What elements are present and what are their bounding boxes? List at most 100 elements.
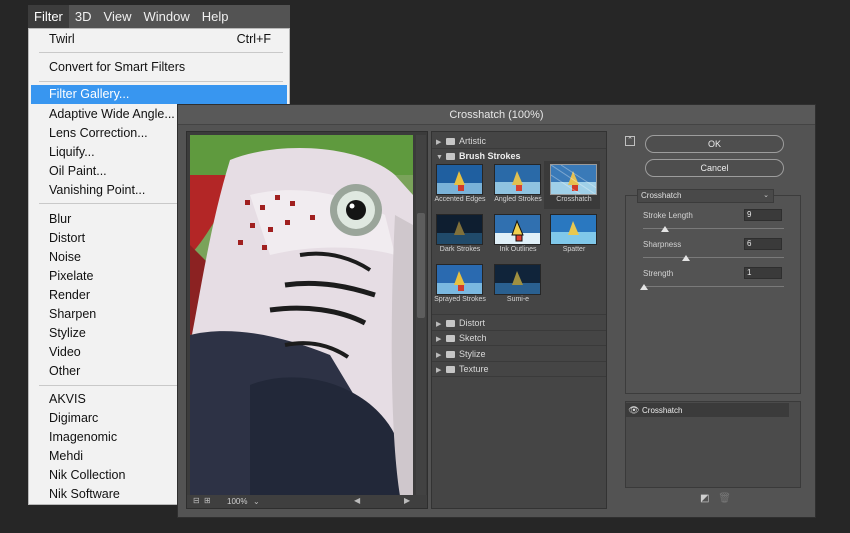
stroke-length-input[interactable]: 9 — [744, 209, 782, 221]
menu-item-nik-software[interactable]: Nik Software — [49, 485, 120, 504]
thumbnail-accented-edges[interactable] — [436, 164, 483, 195]
preview-vertical-scrollbar[interactable] — [416, 135, 426, 496]
filter-gallery-dialog: Crosshatch (100%) ⊟ ⊞ 100% ⌄ ◀ ▶ ▶ Artis… — [177, 104, 816, 518]
zoom-chevron-down-icon[interactable]: ⌄ — [253, 497, 260, 506]
folder-icon — [446, 335, 455, 342]
visibility-eye-icon[interactable]: 👁 — [626, 403, 642, 417]
ok-button[interactable]: OK — [645, 135, 784, 153]
menu-item-convert-smart-filters[interactable]: Convert for Smart Filters — [49, 58, 185, 77]
thumbnail-sumi-e[interactable] — [494, 264, 541, 295]
menu-item-noise[interactable]: Noise — [49, 248, 81, 267]
menu-item-filter-gallery-highlight[interactable]: Filter Gallery... — [31, 85, 287, 104]
menu-3d[interactable]: 3D — [69, 5, 98, 28]
filter-category-panel: ▶ Artistic ▼ Brush Strokes Accented Edges … — [431, 131, 607, 509]
thumbnail-ink-outlines[interactable] — [494, 214, 541, 245]
menu-item-distort[interactable]: Distort — [49, 229, 85, 248]
preview-panel: ⊟ ⊞ 100% ⌄ ◀ ▶ — [186, 131, 428, 509]
folder-open-icon — [446, 153, 455, 160]
category-artistic[interactable]: ▶ Artistic — [436, 134, 486, 148]
folder-icon — [446, 366, 455, 373]
thumbnail-label: Accented Edges — [434, 196, 486, 203]
menu-item-lens-correction[interactable]: Lens Correction... — [49, 124, 148, 143]
category-brush-strokes[interactable]: ▼ Brush Strokes — [436, 149, 521, 163]
menu-window[interactable]: Window — [137, 5, 195, 28]
menu-filter[interactable]: Filter — [28, 5, 69, 28]
strength-slider-handle[interactable] — [640, 284, 648, 290]
category-texture[interactable]: ▶ Texture — [436, 362, 489, 376]
filter-select-value: Crosshatch — [641, 191, 682, 200]
thumbnail-angled-strokes[interactable] — [494, 164, 541, 195]
menu-item-sharpen[interactable]: Sharpen — [49, 305, 96, 324]
category-distort[interactable]: ▶ Distort — [436, 316, 485, 330]
sharpness-input[interactable]: 6 — [744, 238, 782, 250]
menu-item-imagenomic[interactable]: Imagenomic — [49, 428, 117, 447]
menu-item-blur[interactable]: Blur — [49, 210, 71, 229]
zoom-in-icon[interactable]: ⊞ — [204, 496, 211, 505]
menu-item-oil-paint[interactable]: Oil Paint... — [49, 162, 107, 181]
menu-item-last-filter[interactable]: Twirl — [49, 30, 75, 49]
toggle-gallery-icon[interactable]: ⌃ — [625, 136, 635, 146]
menu-item-adaptive-wide-angle[interactable]: Adaptive Wide Angle... — [49, 105, 175, 124]
menu-item-render[interactable]: Render — [49, 286, 90, 305]
menu-item-liquify[interactable]: Liquify... — [49, 143, 95, 162]
category-sketch-label: Sketch — [459, 333, 487, 343]
dialog-title: Crosshatch (100%) — [178, 105, 815, 125]
layer-actions: ◩ 🗑 — [700, 493, 731, 504]
stroke-length-slider-handle[interactable] — [661, 226, 670, 232]
sharpness-slider-track[interactable] — [643, 257, 784, 258]
delete-layer-icon[interactable]: 🗑 — [718, 493, 731, 504]
strength-input[interactable]: 1 — [744, 267, 782, 279]
preview-image[interactable] — [190, 135, 413, 496]
filter-settings-panel — [625, 195, 801, 394]
category-divider — [432, 314, 606, 315]
menu-item-digimarc[interactable]: Digimarc — [49, 409, 98, 428]
menu-item-pixelate[interactable]: Pixelate — [49, 267, 93, 286]
cancel-button[interactable]: Cancel — [645, 159, 784, 177]
menu-view[interactable]: View — [98, 5, 138, 28]
collapse-arrow-icon: ▼ — [436, 154, 443, 161]
menu-item-stylize[interactable]: Stylize — [49, 324, 86, 343]
scroll-left-arrow-icon[interactable]: ◀ — [354, 496, 360, 505]
sharpness-slider-handle[interactable] — [682, 255, 691, 261]
category-artistic-label: Artistic — [459, 136, 486, 146]
menu-item-last-filter-shortcut: Ctrl+F — [236, 32, 271, 46]
scroll-right-arrow-icon[interactable]: ▶ — [404, 496, 410, 505]
thumbnail-label: Angled Strokes — [494, 196, 542, 203]
folder-icon — [446, 138, 455, 145]
category-divider — [432, 345, 606, 346]
folder-icon — [446, 351, 455, 358]
thumbnail-label: Ink Outlines — [499, 246, 537, 253]
category-sketch[interactable]: ▶ Sketch — [436, 331, 487, 345]
menu-help[interactable]: Help — [196, 5, 235, 28]
category-brush-strokes-label: Brush Strokes — [459, 151, 521, 161]
menu-item-vanishing-point[interactable]: Vanishing Point... — [49, 181, 145, 200]
new-effect-layer-icon[interactable]: ◩ — [700, 493, 709, 504]
menu-item-nik-collection[interactable]: Nik Collection — [49, 466, 125, 485]
menu-item-mehdi[interactable]: Mehdi — [49, 447, 83, 466]
strength-label: Strength — [643, 269, 674, 278]
thumbnail-spatter[interactable] — [550, 214, 597, 245]
thumbnail-label: Spatter — [562, 246, 586, 253]
preview-footer: ⊟ ⊞ 100% ⌄ ◀ ▶ — [187, 495, 427, 508]
zoom-out-icon[interactable]: ⊟ — [193, 496, 200, 505]
category-stylize[interactable]: ▶ Stylize — [436, 347, 486, 361]
strength-slider-track[interactable] — [643, 286, 784, 287]
menu-item-akvis[interactable]: AKVIS — [49, 390, 86, 409]
zoom-level[interactable]: 100% — [227, 497, 247, 506]
category-texture-label: Texture — [459, 364, 489, 374]
menubar: Filter 3D View Window Help — [28, 5, 290, 28]
effect-layer-row[interactable]: 👁 Crosshatch — [626, 403, 789, 417]
thumbnail-label: Sumi-e — [506, 296, 530, 303]
thumbnail-crosshatch[interactable] — [550, 164, 597, 195]
menu-item-other[interactable]: Other — [49, 362, 80, 381]
stroke-length-label: Stroke Length — [643, 211, 693, 220]
menu-item-video[interactable]: Video — [49, 343, 81, 362]
category-divider — [432, 376, 606, 377]
preview-scroll-thumb[interactable] — [417, 213, 425, 318]
filter-select-dropdown[interactable]: Crosshatch ⌄ — [637, 189, 774, 203]
menu-item-filter-gallery[interactable]: Filter Gallery... — [49, 85, 129, 104]
thumbnail-label: Crosshatch — [556, 196, 592, 203]
thumbnail-sprayed-strokes[interactable] — [436, 264, 483, 295]
thumbnail-dark-strokes[interactable] — [436, 214, 483, 245]
effect-layers-panel: 👁 Crosshatch — [625, 401, 801, 488]
